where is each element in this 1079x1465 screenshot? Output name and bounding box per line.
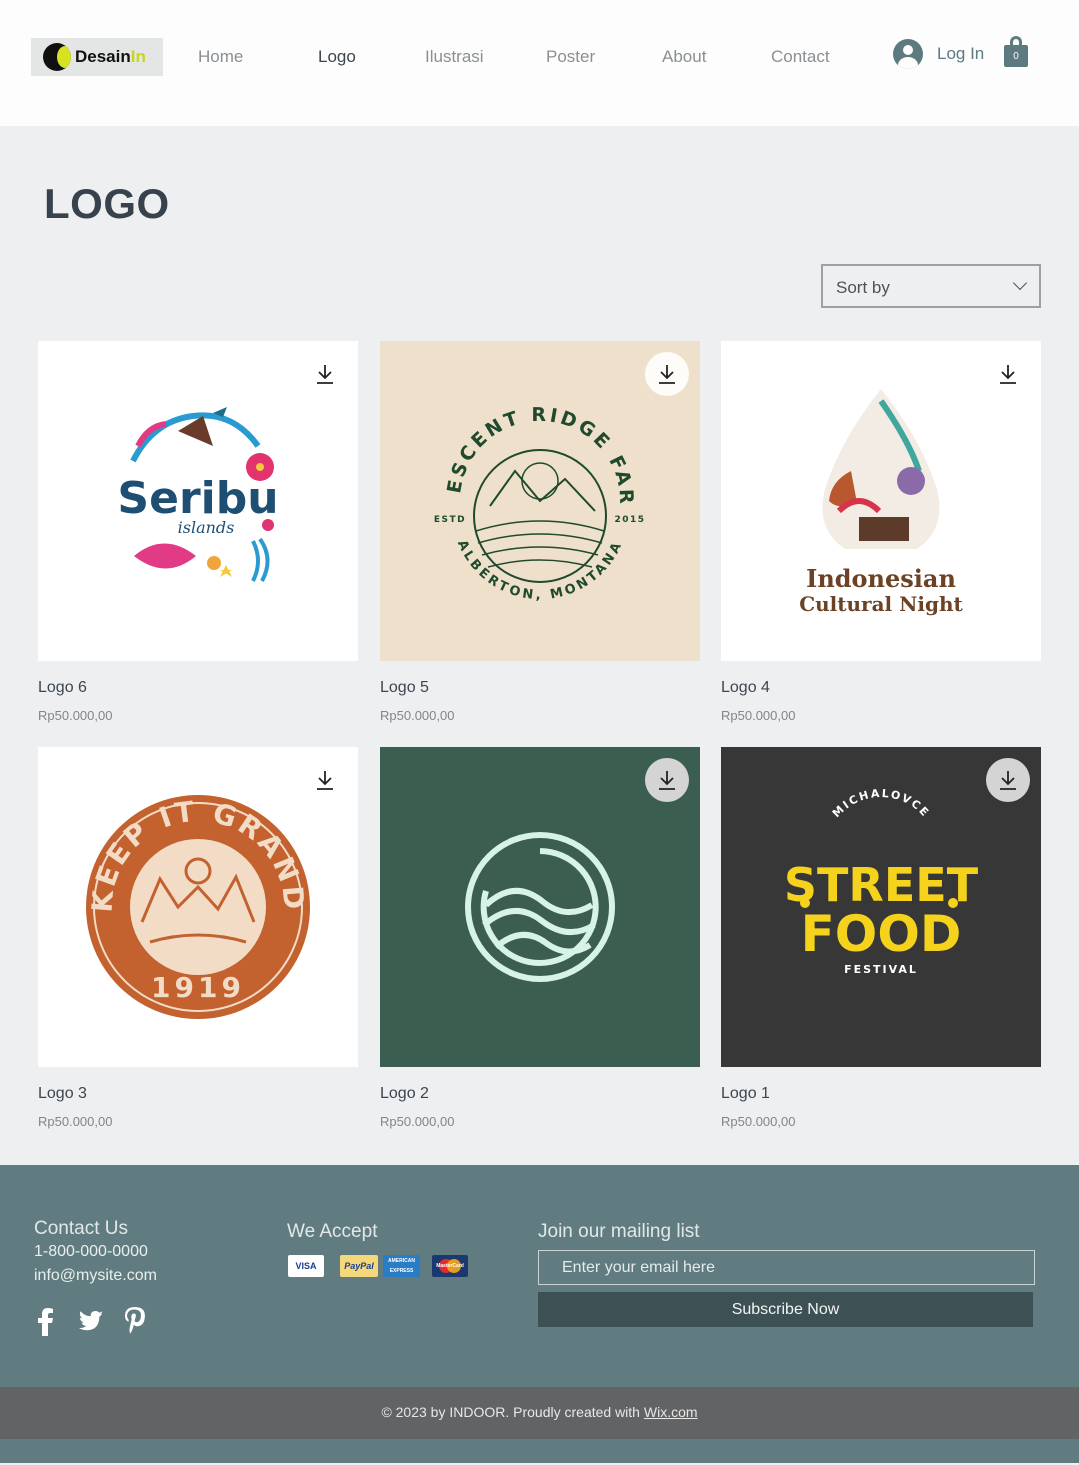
download-button[interactable] (303, 352, 347, 396)
chevron-down-icon (1012, 275, 1028, 291)
download-icon (659, 771, 675, 790)
product-image[interactable]: CRESCENT RIDGE FARM ALBERTON, MONTANA ES… (380, 341, 700, 661)
download-button[interactable] (645, 352, 689, 396)
download-icon (317, 365, 333, 384)
crescent-estd-text: ESTD (434, 515, 466, 525)
product-name[interactable]: Logo 3 (38, 1085, 87, 1103)
download-icon (317, 771, 333, 790)
login-label: Log In (937, 44, 985, 63)
mailing-title: Join our mailing list (538, 1221, 700, 1242)
nav-item-logo[interactable]: Logo (318, 47, 356, 67)
indonesian-line2: Cultural Night (799, 592, 963, 616)
street-food-line2: FOOD (801, 905, 962, 963)
accept-title: We Accept (287, 1221, 378, 1242)
page-title: LOGO (44, 180, 170, 227)
wix-link[interactable]: Wix.com (644, 1404, 698, 1420)
cart-count: 0 (1004, 45, 1028, 67)
crescent-year-text: 2015 (614, 515, 645, 525)
subscribe-button[interactable]: Subscribe Now (538, 1292, 1033, 1327)
product-price: Rp50.000,00 (38, 1114, 113, 1129)
user-avatar-icon (893, 39, 923, 69)
street-food-top-text: MICHALOVCE (830, 787, 933, 820)
twitter-icon[interactable] (79, 1311, 103, 1336)
footer-bottom-band (0, 1439, 1079, 1463)
grand-year-text: 1919 (151, 971, 245, 1004)
download-button[interactable] (986, 352, 1030, 396)
product-name[interactable]: Logo 4 (721, 679, 770, 697)
indonesian-line1: Indonesian (806, 564, 956, 593)
product-name[interactable]: Logo 2 (380, 1085, 429, 1103)
site-footer: Contact Us 1-800-000-0000 info@mysite.co… (0, 1165, 1079, 1387)
copyright-bar: © 2023 by INDOOR. Proudly created with W… (0, 1387, 1079, 1439)
download-icon (1000, 771, 1016, 790)
contact-phone: 1-800-000-0000 (34, 1243, 148, 1260)
product-price: Rp50.000,00 (721, 708, 796, 723)
crescent-top-text: CRESCENT RIDGE FARM (380, 341, 637, 507)
product-price: Rp50.000,00 (721, 1114, 796, 1129)
visa-icon: VISA (288, 1255, 324, 1277)
nav-item-poster[interactable]: Poster (546, 47, 595, 67)
download-button[interactable] (986, 758, 1030, 802)
nav-item-about[interactable]: About (662, 47, 706, 67)
facebook-icon[interactable] (38, 1308, 54, 1341)
street-food-bottom-text: FESTIVAL (844, 963, 918, 976)
product-name[interactable]: Logo 6 (38, 679, 87, 697)
product-image[interactable]: MICHALOVCE STREET FOOD FESTIVAL (721, 747, 1041, 1067)
contact-title: Contact Us (34, 1218, 128, 1239)
seribu-main-text: Seribu (117, 473, 278, 524)
download-button[interactable] (645, 758, 689, 802)
sort-label: Sort by (836, 278, 890, 297)
download-icon (659, 365, 675, 384)
email-field[interactable] (538, 1250, 1035, 1285)
mastercard-icon: MasterCard (432, 1255, 468, 1277)
product-image[interactable]: KEEP IT GRAND 1919 (38, 747, 358, 1067)
site-header: DesainIn Home Logo Ilustrasi Poster Abou… (0, 0, 1079, 126)
product-price: Rp50.000,00 (38, 708, 113, 723)
login-button[interactable]: Log In (893, 39, 984, 69)
sort-dropdown[interactable]: Sort by (821, 264, 1041, 308)
product-image[interactable] (380, 747, 700, 1067)
product-price: Rp50.000,00 (380, 1114, 455, 1129)
copyright-text: © 2023 by INDOOR. Proudly created with W… (381, 1404, 698, 1420)
nav-item-contact[interactable]: Contact (771, 47, 830, 67)
product-image[interactable]: Seribu islands (38, 341, 358, 661)
nav-item-home[interactable]: Home (198, 47, 243, 67)
cart-button[interactable]: 0 (1003, 36, 1029, 68)
download-button[interactable] (303, 758, 347, 802)
nav-item-ilustrasi[interactable]: Ilustrasi (425, 47, 484, 67)
amex-icon: AMERICAN EXPRESS (383, 1255, 420, 1277)
seribu-sub-text: islands (178, 518, 235, 537)
product-name[interactable]: Logo 5 (380, 679, 429, 697)
contact-email[interactable]: info@mysite.com (34, 1267, 157, 1285)
product-image[interactable]: Indonesian Cultural Night (721, 341, 1041, 661)
download-icon (1000, 365, 1016, 384)
paypal-icon: PayPal (340, 1255, 378, 1277)
product-name[interactable]: Logo 1 (721, 1085, 770, 1103)
mastercard-label: MasterCard (436, 1263, 464, 1269)
product-price: Rp50.000,00 (380, 708, 455, 723)
pinterest-icon[interactable] (124, 1306, 146, 1339)
